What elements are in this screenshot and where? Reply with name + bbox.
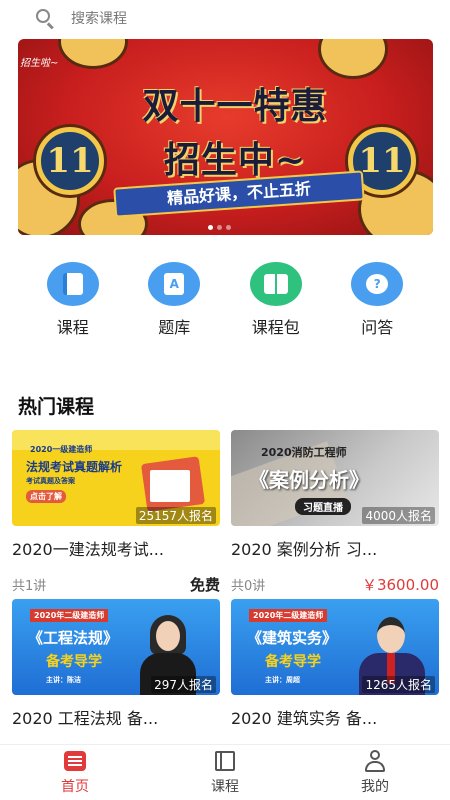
quick-nav-label: 课程包: [251, 318, 300, 337]
quick-nav-label: 问答: [361, 318, 394, 337]
thumb-headline: 《建筑实务》: [247, 629, 338, 647]
qa-icon: ?: [351, 262, 404, 306]
quick-nav-label: 题库: [158, 318, 191, 337]
search-icon: [34, 7, 56, 30]
tab-label: 课程: [211, 778, 239, 795]
search-input[interactable]: 搜索课程: [71, 8, 127, 28]
course-card[interactable]: 2020一级建造师 法规考试真题解析 考试真题及答案 点击了解 25157人报名…: [12, 430, 220, 595]
promo-banner[interactable]: 招生啦~ 11 11 双十一特惠 招生中~ 精品好课，不止五折: [18, 39, 433, 235]
thumb-headline: 《案例分析》: [249, 468, 369, 492]
course-thumbnail: 2020消防工程师 《案例分析》 习题直播 4000人报名: [231, 430, 439, 526]
banner-tag: 招生啦~: [20, 58, 59, 69]
book-icon: [46, 262, 99, 306]
quick-nav-question-bank[interactable]: A 题库: [137, 262, 211, 342]
course-card[interactable]: 2020消防工程师 《案例分析》 习题直播 4000人报名 2020 案例分析 …: [231, 430, 439, 595]
hot-courses-title: 热门课程: [18, 396, 95, 418]
thumb-cta: 点击了解: [26, 490, 66, 503]
course-thumbnail: 2020年二级建造师 《工程法规》 备考导学 主讲：陈洁 297人报名: [12, 599, 220, 695]
tab-label: 首页: [61, 778, 89, 795]
course-title: 2020一建法规考试...: [12, 540, 164, 559]
course-card[interactable]: 2020年二级建造师 《建筑实务》 备考导学 主讲：周超 1265人报名 202…: [231, 599, 439, 764]
enrolled-count: 297人报名: [151, 676, 216, 693]
thumb-caption: 2020年二级建造师: [249, 609, 328, 622]
tab-home[interactable]: 首页: [0, 745, 150, 800]
question-bank-icon: A: [148, 262, 201, 306]
lesson-count: 共0讲: [231, 579, 266, 594]
course-thumbnail: 2020年二级建造师 《建筑实务》 备考导学 主讲：周超 1265人报名: [231, 599, 439, 695]
enrolled-count: 4000人报名: [362, 507, 435, 524]
thumb-caption: 2020消防工程师: [261, 446, 347, 459]
tab-mine[interactable]: 我的: [300, 745, 450, 800]
thumb-headline: 法规考试真题解析: [26, 460, 123, 474]
course-price: ￥3600.00: [361, 576, 439, 594]
course-book-icon: [213, 750, 237, 772]
quick-nav-label: 课程: [56, 318, 89, 337]
carousel-dots: [208, 225, 231, 230]
tab-label: 我的: [361, 778, 389, 795]
thumb-caption: 主讲：陈洁: [46, 676, 81, 684]
course-price: 免费: [189, 576, 220, 594]
home-list-icon: [63, 750, 87, 772]
tab-course[interactable]: 课程: [150, 745, 300, 800]
course-title: 2020 建筑实务 备...: [231, 709, 378, 728]
thumb-caption: 2020年二级建造师: [30, 609, 109, 622]
thumb-caption: 考试真题及答案: [26, 477, 75, 485]
quick-nav-course-package[interactable]: 课程包: [239, 262, 313, 342]
course-package-icon: [249, 262, 302, 306]
thumb-subheadline: 备考导学: [265, 654, 321, 670]
thumb-cta: 习题直播: [295, 498, 351, 515]
thumb-caption: 主讲：周超: [265, 676, 300, 684]
thumb-caption: 2020一级建造师: [30, 445, 93, 454]
bottom-tab-bar: 首页 课程 我的: [0, 744, 450, 800]
thumb-headline: 《工程法规》: [28, 629, 119, 647]
thumb-subheadline: 备考导学: [46, 654, 102, 670]
user-icon: [363, 749, 387, 772]
course-card[interactable]: 2020年二级建造师 《工程法规》 备考导学 主讲：陈洁 297人报名 2020…: [12, 599, 220, 764]
course-thumbnail: 2020一级建造师 法规考试真题解析 考试真题及答案 点击了解 25157人报名: [12, 430, 220, 526]
course-title: 2020 工程法规 备...: [12, 709, 159, 728]
enrolled-count: 25157人报名: [135, 507, 216, 524]
search-bar[interactable]: 搜索课程: [0, 0, 450, 36]
banner-headline: 双十一特惠: [142, 85, 328, 127]
quick-nav: 课程 A 题库 课程包 ? 问答: [0, 262, 450, 342]
course-title: 2020 案例分析 习...: [231, 540, 378, 559]
medal-left: 11: [36, 127, 104, 195]
quick-nav-qa[interactable]: ? 问答: [340, 262, 414, 342]
quick-nav-course[interactable]: 课程: [36, 262, 110, 342]
lesson-count: 共1讲: [12, 579, 47, 594]
enrolled-count: 1265人报名: [362, 676, 435, 693]
